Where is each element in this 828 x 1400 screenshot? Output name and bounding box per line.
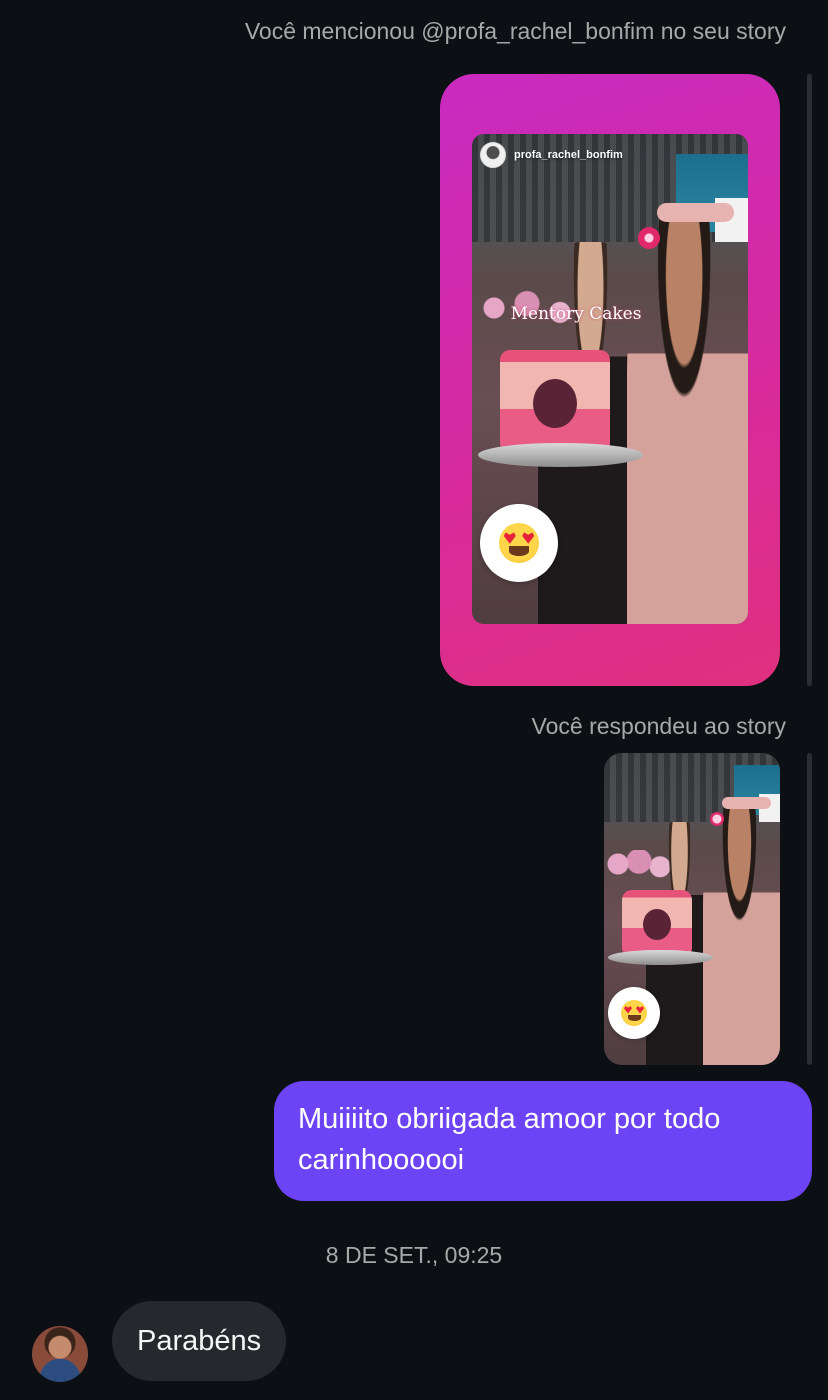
story-reply-thumbnail[interactable] xyxy=(604,753,780,1065)
outgoing-message-bubble[interactable]: Muiiiito obriigada amoor por todo carinh… xyxy=(274,1081,812,1201)
mention-label: Você mencionou @profa_rachel_bonfim no s… xyxy=(244,18,786,44)
story-mention-card[interactable]: Mentory Cakes profa_rachel_bonfim xyxy=(440,74,780,686)
avatar[interactable] xyxy=(32,1326,88,1382)
heart-eyes-emoji-icon xyxy=(480,504,558,582)
story-username: profa_rachel_bonfim xyxy=(514,149,623,161)
incoming-message-bubble[interactable]: Parabéns xyxy=(112,1301,287,1381)
heart-eyes-emoji-icon xyxy=(608,987,660,1039)
story-avatar xyxy=(480,142,506,168)
message-timestamp: 8 DE SET., 09:25 xyxy=(325,1242,503,1268)
scroll-indicator xyxy=(807,74,812,686)
reply-label: Você respondeu ao story xyxy=(531,713,786,739)
story-header: profa_rachel_bonfim xyxy=(480,142,623,168)
cake-topper-text: Mentory Cakes xyxy=(510,303,642,324)
scroll-indicator xyxy=(807,753,812,1065)
story-photo[interactable]: Mentory Cakes profa_rachel_bonfim xyxy=(472,134,748,624)
